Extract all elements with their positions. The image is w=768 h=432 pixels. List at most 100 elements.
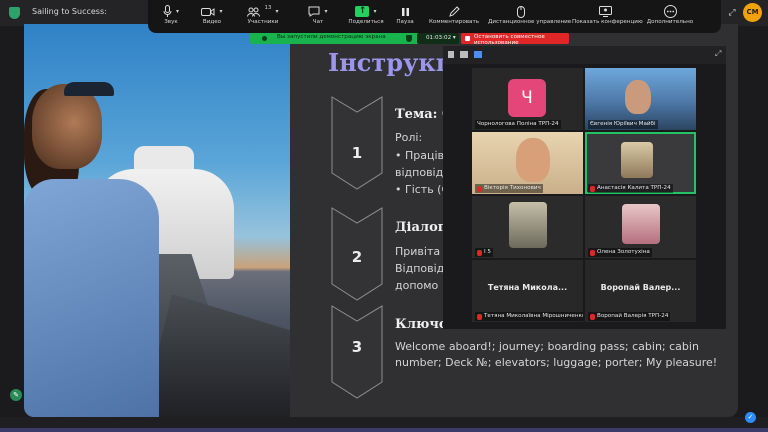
- muted-mic-icon: [590, 185, 595, 192]
- share-screen-icon: ↑: [355, 6, 370, 17]
- step-1-chevron: [331, 96, 383, 190]
- participant-tile[interactable]: Євгенія Юріївич Майбі: [585, 68, 696, 130]
- pencil-icon: [448, 6, 460, 17]
- stop-sharing-label: Остановить совместное использование: [474, 34, 545, 46]
- section-1-line: Ролі:: [395, 131, 423, 144]
- participant-video: [621, 142, 653, 178]
- participant-name-text: Євгенія Юріївич Майбі: [590, 121, 656, 127]
- participant-tile[interactable]: Вікторія Тихонович: [472, 132, 583, 194]
- muted-mic-icon: [590, 313, 595, 320]
- section-2-line: Привіта: [395, 245, 441, 258]
- chevron-down-icon[interactable]: ▾: [324, 8, 327, 15]
- expand-icon[interactable]: ⤢: [726, 7, 738, 19]
- step-1-number: 1: [351, 144, 363, 162]
- participant-name: Вікторія Тихонович: [475, 184, 543, 193]
- participant-video: [625, 80, 651, 114]
- taskbar-strip: [0, 428, 768, 432]
- participant-tile-active-speaker[interactable]: Анастасія Калита ТРП-24: [585, 132, 696, 194]
- step-3-number: 3: [351, 338, 363, 356]
- participant-tile[interactable]: Ч Чорнологова Поліна ТРП-24: [472, 68, 583, 130]
- participant-tile[interactable]: Воропай Валер... Воропай Валерія ТРП-24: [585, 260, 696, 322]
- muted-mic-icon: [477, 185, 482, 192]
- participant-tile[interactable]: Тетяна Микола... Тетяна Миколаївна Мірош…: [472, 260, 583, 322]
- gallery-header: ⤢: [443, 46, 726, 64]
- participant-name: Воропай Валерія ТРП-24: [588, 312, 671, 321]
- section-1-line: • Гість (С: [395, 183, 450, 196]
- sharing-indicator-icon: [262, 36, 267, 41]
- participant-video: [516, 138, 550, 182]
- section-2-title: Діалог: [395, 220, 446, 235]
- participant-name-text: І 5: [484, 249, 491, 255]
- gallery-view-icon[interactable]: [474, 51, 482, 58]
- muted-mic-icon: [477, 313, 482, 320]
- chevron-down-icon[interactable]: ▾: [219, 8, 222, 15]
- participant-name-text: Анастасія Калита ТРП-24: [597, 185, 671, 191]
- muted-mic-icon: [590, 249, 595, 256]
- section-1-line: • Праців: [395, 149, 445, 162]
- crew-uniform: [24, 179, 159, 417]
- participant-tile[interactable]: І 5: [472, 196, 583, 258]
- participant-display-name: Воропай Валер...: [600, 283, 681, 292]
- participant-initial-avatar: Ч: [508, 79, 546, 117]
- check-icon[interactable]: ✓: [745, 412, 756, 423]
- participant-display-name: Тетяна Микола...: [487, 283, 568, 292]
- participant-video: [509, 202, 547, 248]
- participant-name: Чорнологова Поліна ТРП-24: [475, 120, 561, 129]
- section-2-line: допомо: [395, 279, 439, 292]
- slide-heading: Інструкц: [328, 48, 454, 77]
- chevron-down-icon[interactable]: ▾: [275, 8, 278, 15]
- user-avatar[interactable]: CM: [743, 3, 762, 22]
- show-conference-label: Показать конференцию: [572, 19, 643, 25]
- section-1-line: відповід: [395, 166, 444, 179]
- show-conference-button[interactable]: Показать конференцию: [572, 4, 643, 32]
- expand-gallery-icon[interactable]: ⤢: [715, 50, 721, 58]
- participants-icon: [247, 7, 261, 17]
- step-2-number: 2: [351, 248, 363, 266]
- participant-name: Олена Золотухіна: [588, 248, 652, 257]
- speaker-view-icon[interactable]: [460, 51, 468, 58]
- participant-name-text: Вікторія Тихонович: [484, 185, 541, 191]
- crew-member-figure: [24, 82, 159, 417]
- participant-tile[interactable]: Олена Золотухіна: [585, 196, 696, 258]
- meeting-title: Sailing to Success:: [32, 7, 107, 16]
- annotate-label: Комментировать: [428, 19, 480, 25]
- participant-name-text: Воропай Валерія ТРП-24: [597, 313, 669, 319]
- participant-video: [622, 204, 660, 244]
- pause-icon: [401, 7, 409, 16]
- remote-control-button[interactable]: Дистанционное управление: [488, 4, 572, 32]
- participant-name-text: Тетяна Миколаївна Мірошниченко: [484, 313, 583, 319]
- section-3-line: Welcome aboard!; journey; boarding pass;…: [395, 340, 699, 353]
- participant-name: Тетяна Миколаївна Мірошниченко: [475, 312, 583, 321]
- participant-name-text: Чорнологова Поліна ТРП-24: [477, 121, 559, 127]
- section-3-line: number; Deck №; elevators; luggage; port…: [395, 356, 718, 369]
- meeting-toolbar: ▾ Звук ▾ Видео 13 ▾ Участники ▾ Чат ↑ ▾ По…: [148, 0, 721, 33]
- shield-icon: [406, 35, 412, 42]
- section-2-line: Відповід: [395, 262, 445, 275]
- annotate-button[interactable]: Комментировать: [421, 4, 487, 32]
- mouse-icon: [517, 5, 525, 18]
- more-label: Дополнительно: [646, 19, 694, 25]
- participant-name-text: Олена Золотухіна: [597, 249, 650, 255]
- share-timer[interactable]: 01:03:02 ▾: [417, 33, 459, 44]
- more-button[interactable]: Дополнительно: [637, 4, 703, 32]
- edit-icon[interactable]: ✎: [10, 389, 22, 401]
- chat-icon: [308, 6, 320, 17]
- participant-name: Євгенія Юріївич Майбі: [588, 120, 658, 129]
- microphone-icon: [163, 5, 172, 17]
- more-dots-icon: [663, 5, 677, 18]
- participants-count: 13: [264, 5, 272, 11]
- cruise-ship-photo: [24, 24, 292, 417]
- security-shield-icon[interactable]: [9, 7, 20, 19]
- muted-mic-icon: [477, 249, 482, 256]
- stop-icon: [465, 36, 470, 41]
- share-timer-value: 01:03:02: [426, 35, 452, 41]
- remote-label: Дистанционное управление: [488, 19, 572, 25]
- participant-name: Анастасія Калита ТРП-24: [588, 184, 673, 193]
- crew-head: [32, 84, 102, 169]
- camera-icon: [201, 7, 215, 16]
- stop-sharing-button[interactable]: Остановить совместное использование: [461, 33, 569, 46]
- collapse-icon[interactable]: [448, 51, 454, 58]
- section-3-title: Ключо: [395, 317, 448, 332]
- crew-cap: [64, 82, 114, 96]
- monitor-icon: [598, 6, 612, 17]
